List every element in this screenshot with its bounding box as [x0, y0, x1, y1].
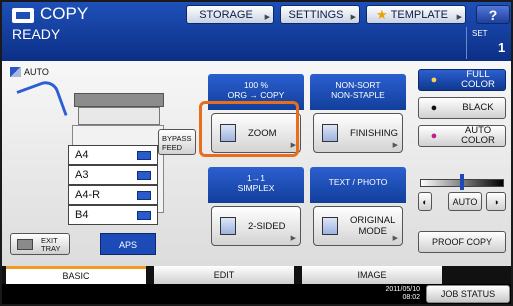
- original-mode-button[interactable]: ORIGINAL MODE ▶: [313, 206, 403, 246]
- tray-label: A4: [75, 149, 89, 161]
- black-icon: ●: [430, 102, 438, 114]
- duplex-label: SIMPLEX: [237, 183, 275, 193]
- set-count: 1: [498, 40, 506, 55]
- paper-tray-icon: [137, 191, 151, 200]
- tray-label: A3: [75, 169, 89, 181]
- tray-a3-button[interactable]: A3: [68, 165, 158, 185]
- auto-color-button[interactable]: ● AUTO COLOR: [418, 125, 506, 147]
- template-button[interactable]: ★ TEMPLATE ▶: [366, 5, 466, 24]
- density-scale[interactable]: [420, 174, 504, 190]
- tab-bar: BASIC EDIT IMAGE: [2, 266, 511, 284]
- finishing-status: NON-SORT NON-STAPLE: [310, 74, 406, 110]
- auto-icon: [10, 66, 21, 77]
- original-mode-status: TEXT / PHOTO: [310, 167, 406, 203]
- chevron-right-icon: ▶: [456, 14, 462, 21]
- chevron-right-icon: ▶: [392, 142, 398, 149]
- job-status-button[interactable]: JOB STATUS: [426, 285, 510, 303]
- page-title: COPY: [40, 4, 89, 23]
- copy-icon: [12, 8, 34, 23]
- finishing-label: FINISHING: [350, 127, 399, 139]
- aps-button[interactable]: APS: [100, 233, 156, 255]
- auto-paper-button[interactable]: AUTO: [10, 64, 60, 79]
- storage-button[interactable]: STORAGE ▶: [186, 5, 274, 24]
- auto-color-icon: ●: [430, 130, 438, 142]
- duplex-mode: 1→1: [247, 173, 265, 183]
- original-mode-line1: ORIGINAL: [350, 215, 396, 226]
- black-label: BLACK: [462, 102, 494, 113]
- tray-b4-button[interactable]: B4: [68, 205, 158, 225]
- exit-tray-label: EXIT TRAY: [41, 236, 61, 253]
- full-color-label: FULL COLOR: [451, 70, 505, 90]
- paper-tray-icon: [137, 151, 151, 160]
- paper-tray-icon: [137, 211, 151, 220]
- staple-mode: NON-STAPLE: [331, 90, 385, 100]
- auto-color-line2: COLOR: [461, 135, 495, 146]
- footer-bar: 2011/05/10 08:02 JOB STATUS: [2, 284, 511, 304]
- star-icon: ★: [376, 6, 388, 22]
- two-sided-label: 2-SIDED: [248, 220, 286, 232]
- tray-a4-button[interactable]: A4: [68, 145, 158, 165]
- date-time: 2011/05/10 08:02: [372, 286, 420, 302]
- duplex-status: 1→1 SIMPLEX: [208, 167, 304, 203]
- original-mode-value: TEXT / PHOTO: [328, 177, 388, 187]
- basic-panel: AUTO A4 A3 A4-R B4 BYPASS FEED EXIT TRAY…: [2, 61, 511, 266]
- finishing-icon: [322, 124, 338, 142]
- original-mode-label: ORIGINAL MODE: [350, 215, 395, 237]
- zoom-direction: ORG → COPY: [227, 90, 285, 100]
- auto-color-label: AUTO COLOR: [451, 126, 505, 146]
- exit-tray-button[interactable]: EXIT TRAY: [10, 233, 70, 255]
- density-auto-button[interactable]: AUTO: [448, 192, 482, 211]
- divider: [466, 27, 467, 59]
- template-label: TEMPLATE: [390, 8, 448, 21]
- tab-image[interactable]: IMAGE: [302, 266, 442, 284]
- storage-label: STORAGE: [199, 8, 253, 21]
- exit-tray-icon: [17, 239, 33, 250]
- time: 08:02: [402, 294, 420, 301]
- header-bar: COPY READY STORAGE ▶ SETTINGS ▶ ★ TEMPLA…: [2, 2, 511, 61]
- copy-screen: COPY READY STORAGE ▶ SETTINGS ▶ ★ TEMPLA…: [0, 0, 513, 306]
- help-button[interactable]: ?: [476, 5, 510, 24]
- zoom-ratio: 100 %: [243, 80, 269, 90]
- paper-tray-icon: [137, 171, 151, 180]
- bypass-feed-button[interactable]: BYPASS FEED: [158, 129, 196, 155]
- status-text: READY: [12, 26, 61, 42]
- sort-mode: NON-SORT: [335, 80, 381, 90]
- tab-basic[interactable]: BASIC: [6, 266, 146, 284]
- density-lighter-button[interactable]: ◐: [418, 192, 432, 211]
- date: 2011/05/10: [385, 286, 420, 293]
- tray-label: A4-R: [75, 189, 101, 201]
- chevron-right-icon: ▶: [350, 14, 356, 21]
- auto-label: AUTO: [24, 66, 49, 77]
- zoom-focus-highlight: [199, 101, 299, 157]
- chevron-right-icon: ▶: [392, 235, 398, 242]
- tray-a4r-button[interactable]: A4-R: [68, 185, 158, 205]
- chevron-right-icon: ▶: [290, 235, 296, 242]
- full-color-button[interactable]: ● FULL COLOR: [418, 69, 506, 91]
- paper-path-arrow-icon: [16, 77, 68, 129]
- original-mode-line2: MODE: [358, 226, 387, 237]
- duplex-icon: [220, 217, 236, 235]
- black-button[interactable]: ● BLACK: [418, 97, 506, 119]
- proof-copy-button[interactable]: PROOF COPY: [418, 231, 506, 253]
- copier-top: [74, 93, 164, 107]
- tab-edit[interactable]: EDIT: [154, 266, 294, 284]
- full-color-line2: COLOR: [461, 79, 495, 90]
- density-darker-button[interactable]: ◑: [486, 192, 506, 211]
- full-color-icon: ●: [430, 74, 438, 86]
- set-label: SET: [472, 29, 488, 38]
- density-marker[interactable]: [460, 174, 464, 190]
- chevron-right-icon: ▶: [264, 14, 270, 21]
- finishing-button[interactable]: FINISHING ▶: [313, 113, 403, 153]
- original-mode-icon: [322, 217, 338, 235]
- tray-label: B4: [75, 209, 89, 221]
- copier-scanner: [78, 107, 160, 125]
- two-sided-button[interactable]: 2-SIDED ▶: [211, 206, 301, 246]
- settings-label: SETTINGS: [288, 8, 344, 21]
- settings-button[interactable]: SETTINGS ▶: [280, 5, 360, 24]
